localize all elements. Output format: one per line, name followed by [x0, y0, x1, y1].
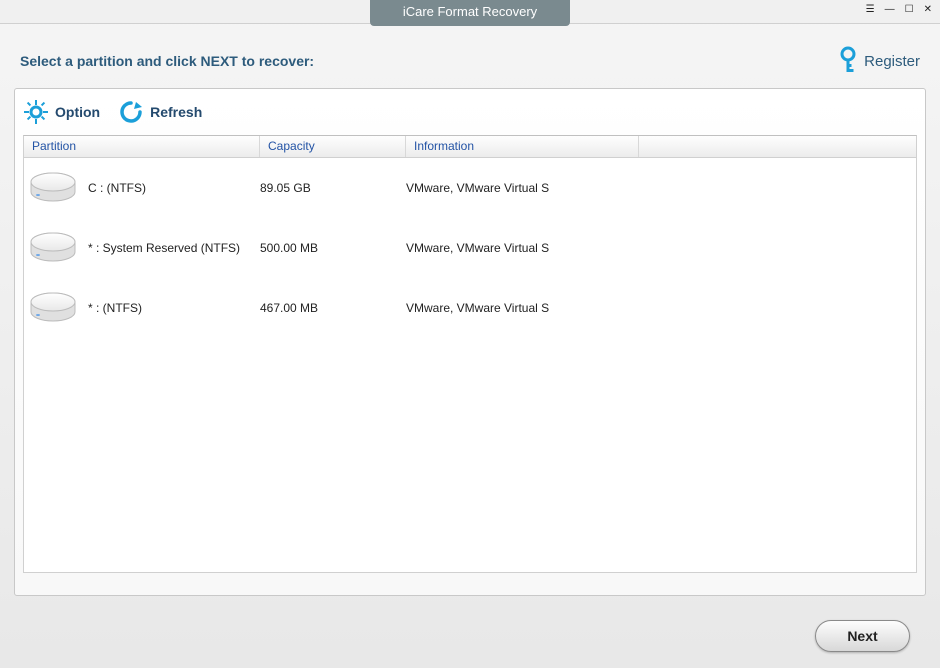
refresh-button[interactable]: Refresh: [118, 99, 202, 125]
refresh-label: Refresh: [150, 104, 202, 120]
minimize-icon[interactable]: —: [885, 4, 895, 15]
maximize-icon[interactable]: ☐: [905, 4, 914, 15]
option-label: Option: [55, 104, 100, 120]
capacity-value: 500.00 MB: [260, 241, 406, 255]
table-row[interactable]: * : (NTFS) 467.00 MB VMware, VMware Virt…: [24, 278, 916, 338]
close-icon[interactable]: ✕: [924, 4, 932, 15]
info-value: VMware, VMware Virtual S: [406, 241, 639, 255]
next-button[interactable]: Next: [815, 620, 910, 652]
register-button[interactable]: Register: [838, 46, 920, 76]
register-label: Register: [864, 53, 920, 70]
th-capacity[interactable]: Capacity: [260, 136, 406, 157]
gear-icon: [23, 99, 49, 125]
partition-label: C : (NTFS): [88, 181, 146, 195]
table-row[interactable]: * : System Reserved (NTFS) 500.00 MB VMw…: [24, 218, 916, 278]
table-header: Partition Capacity Information: [24, 136, 916, 158]
capacity-value: 89.05 GB: [260, 181, 406, 195]
main-panel: Option Refresh Partition Capacity Inform…: [14, 88, 926, 596]
drive-icon: [28, 230, 78, 266]
info-value: VMware, VMware Virtual S: [406, 181, 639, 195]
window-controls: ☰ — ☐ ✕: [866, 4, 932, 15]
table-body: C : (NTFS) 89.05 GB VMware, VMware Virtu…: [24, 158, 916, 338]
settings-icon[interactable]: ☰: [866, 4, 875, 15]
th-empty: [639, 136, 916, 157]
drive-icon: [28, 170, 78, 206]
refresh-icon: [118, 99, 144, 125]
instruction-text: Select a partition and click NEXT to rec…: [20, 53, 314, 69]
th-information[interactable]: Information: [406, 136, 639, 157]
header: Select a partition and click NEXT to rec…: [0, 24, 940, 88]
partition-label: * : System Reserved (NTFS): [88, 241, 240, 255]
partition-table: Partition Capacity Information C : (NTFS…: [23, 135, 917, 573]
table-row[interactable]: C : (NTFS) 89.05 GB VMware, VMware Virtu…: [24, 158, 916, 218]
info-value: VMware, VMware Virtual S: [406, 301, 639, 315]
partition-label: * : (NTFS): [88, 301, 142, 315]
capacity-value: 467.00 MB: [260, 301, 406, 315]
app-title: iCare Format Recovery: [370, 0, 570, 26]
titlebar: iCare Format Recovery ☰ — ☐ ✕: [0, 0, 940, 24]
toolbar: Option Refresh: [15, 89, 925, 135]
option-button[interactable]: Option: [23, 99, 100, 125]
drive-icon: [28, 290, 78, 326]
footer: Next: [0, 596, 940, 668]
th-partition[interactable]: Partition: [24, 136, 260, 157]
key-icon: [838, 46, 858, 76]
